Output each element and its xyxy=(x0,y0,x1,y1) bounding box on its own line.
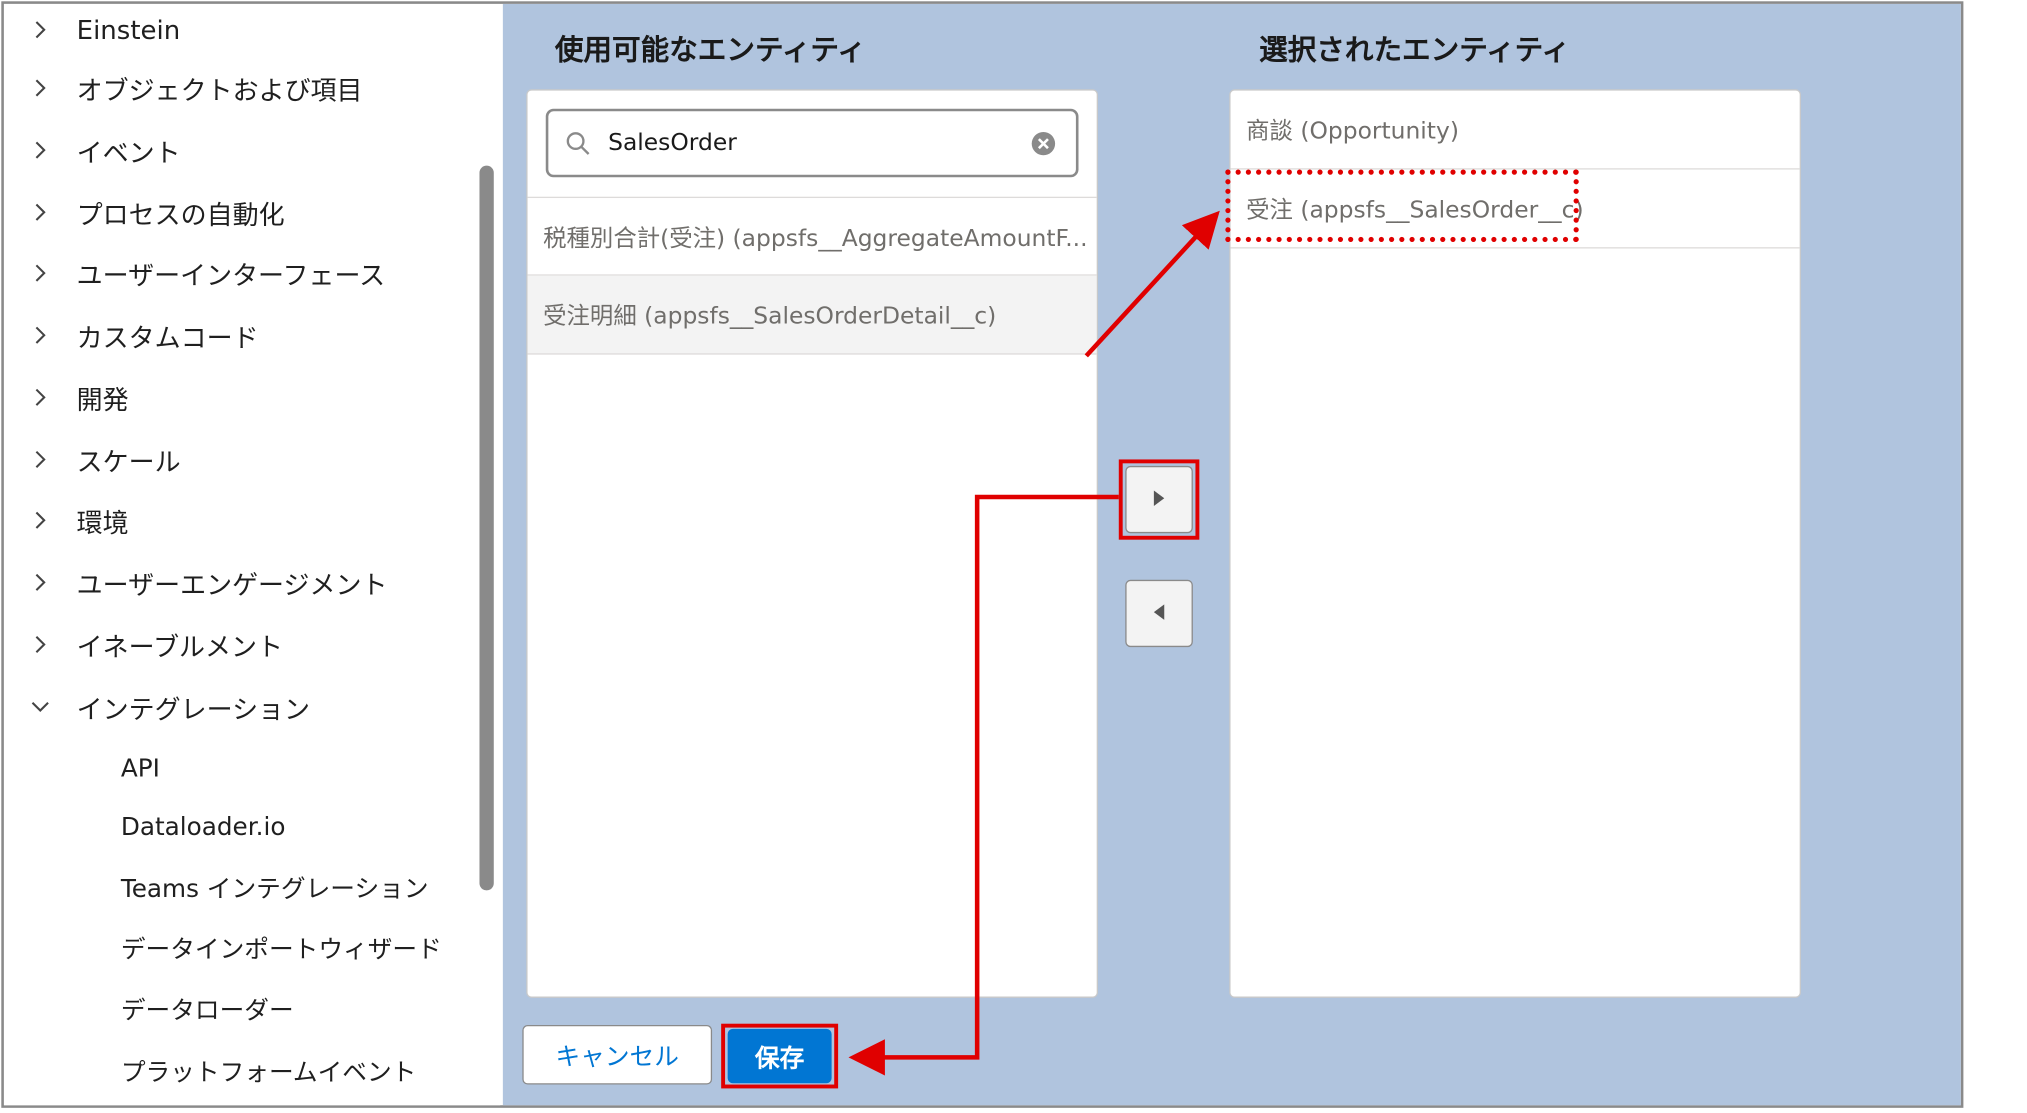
sidebar-item-enablement[interactable]: イネーブルメント xyxy=(4,619,283,671)
chevron-right-icon xyxy=(4,264,77,282)
sidebar-item-label: 環境 xyxy=(76,506,129,538)
cancel-button[interactable]: キャンセル xyxy=(522,1025,713,1085)
search-icon xyxy=(548,130,608,156)
move-button-highlight xyxy=(1118,459,1200,540)
sidebar-item-label: イネーブルメント xyxy=(76,630,284,662)
sidebar-subitem-label: Dataloader.io xyxy=(120,812,286,842)
setup-sidebar: Einstein オブジェクトおよび項目 イベント プロセスの自動化 ユーザーイ… xyxy=(3,3,501,1106)
sidebar-item-custom-code[interactable]: カスタムコード xyxy=(4,309,259,361)
list-item[interactable]: 税種別合計(受注) (appsfs__AggregateAmountF... xyxy=(527,196,1097,276)
list-item[interactable]: 商談 (Opportunity) xyxy=(1230,91,1800,170)
entity-label: 商談 (Opportunity) xyxy=(1246,117,1459,145)
sidebar-subitem-dataloader-io[interactable]: Dataloader.io xyxy=(121,801,286,853)
chevron-right-icon xyxy=(4,388,77,406)
list-item[interactable]: 受注明細 (appsfs__SalesOrderDetail__c) xyxy=(527,275,1097,355)
sidebar-item-label: オブジェクトおよび項目 xyxy=(76,74,363,106)
available-entities-heading: 使用可能なエンティティ xyxy=(554,34,866,68)
entity-search-field xyxy=(545,108,1079,178)
sidebar-item-label: 開発 xyxy=(76,383,129,415)
sidebar-item-development[interactable]: 開発 xyxy=(4,371,129,423)
sidebar-subitem-label: Teams インテグレーション xyxy=(120,874,429,903)
sidebar-item-einstein[interactable]: Einstein xyxy=(4,4,180,56)
chevron-right-icon xyxy=(4,141,77,159)
sidebar-item-label: Einstein xyxy=(76,14,181,46)
chevron-down-icon xyxy=(4,698,77,716)
sidebar-subitem-api[interactable]: API xyxy=(121,743,160,795)
selected-entity-highlight xyxy=(1225,169,1579,243)
move-to-available-button[interactable] xyxy=(1125,579,1193,648)
available-entities-list: 税種別合計(受注) (appsfs__AggregateAmountF... 受… xyxy=(526,89,1098,998)
sidebar-subitem-platform-events[interactable]: プラットフォームイベント xyxy=(121,1044,417,1096)
chevron-right-icon xyxy=(4,326,77,344)
sidebar-item-label: インテグレーション xyxy=(76,693,311,725)
chevron-right-icon xyxy=(4,203,77,221)
sidebar-item-user-engagement[interactable]: ユーザーエンゲージメント xyxy=(4,557,388,609)
sidebar-item-label: ユーザーエンゲージメント xyxy=(76,568,388,600)
selected-entities-heading: 選択されたエンティティ xyxy=(1259,34,1571,68)
sidebar-item-label: スケール xyxy=(76,445,181,477)
window-frame: Einstein オブジェクトおよび項目 イベント プロセスの自動化 ユーザーイ… xyxy=(1,1,1964,1108)
entity-label: 税種別合計(受注) (appsfs__AggregateAmountF... xyxy=(543,224,1088,252)
sidebar-scrollbar[interactable] xyxy=(479,165,494,891)
entity-label: 受注明細 (appsfs__SalesOrderDetail__c) xyxy=(543,302,997,331)
sidebar-item-objects[interactable]: オブジェクトおよび項目 xyxy=(4,62,363,114)
sidebar-item-integration[interactable]: インテグレーション xyxy=(4,681,310,733)
setup-screen: Einstein オブジェクトおよび項目 イベント プロセスの自動化 ユーザーイ… xyxy=(0,0,2027,1113)
sidebar-item-label: プロセスの自動化 xyxy=(76,198,285,230)
sidebar-item-label: ユーザーインターフェース xyxy=(76,259,386,291)
chevron-right-icon xyxy=(4,450,77,468)
sidebar-subitem-label: データローダー xyxy=(120,995,294,1025)
chevron-right-icon xyxy=(4,635,77,654)
sidebar-subitem-label: データインポートウィザード xyxy=(120,935,442,964)
sidebar-item-scale[interactable]: スケール xyxy=(4,434,181,486)
sidebar-item-environments[interactable]: 環境 xyxy=(4,494,129,546)
sidebar-subitem-teams-integration[interactable]: Teams インテグレーション xyxy=(121,861,429,913)
save-button-highlight xyxy=(721,1023,839,1089)
chevron-right-icon xyxy=(4,573,77,591)
sidebar-subitem-label: API xyxy=(120,754,160,783)
sidebar-item-label: カスタムコード xyxy=(76,321,259,353)
clear-icon[interactable] xyxy=(1011,130,1076,156)
chevron-right-icon xyxy=(4,511,77,529)
sidebar-subitem-data-import-wizard[interactable]: データインポートウィザード xyxy=(121,921,442,973)
chevron-left-icon xyxy=(1151,601,1167,626)
sidebar-item-user-interface[interactable]: ユーザーインターフェース xyxy=(4,247,385,299)
entity-search-input[interactable] xyxy=(608,129,1011,157)
sidebar-item-process-automation[interactable]: プロセスの自動化 xyxy=(4,186,285,238)
sidebar-subitem-data-loader[interactable]: データローダー xyxy=(121,982,294,1034)
sidebar-subitem-label: プラットフォームイベント xyxy=(120,1058,417,1087)
sidebar-item-events[interactable]: イベント xyxy=(4,124,181,176)
sidebar-item-label: イベント xyxy=(76,136,181,168)
chevron-right-icon xyxy=(4,79,77,97)
chevron-right-icon xyxy=(4,21,77,39)
